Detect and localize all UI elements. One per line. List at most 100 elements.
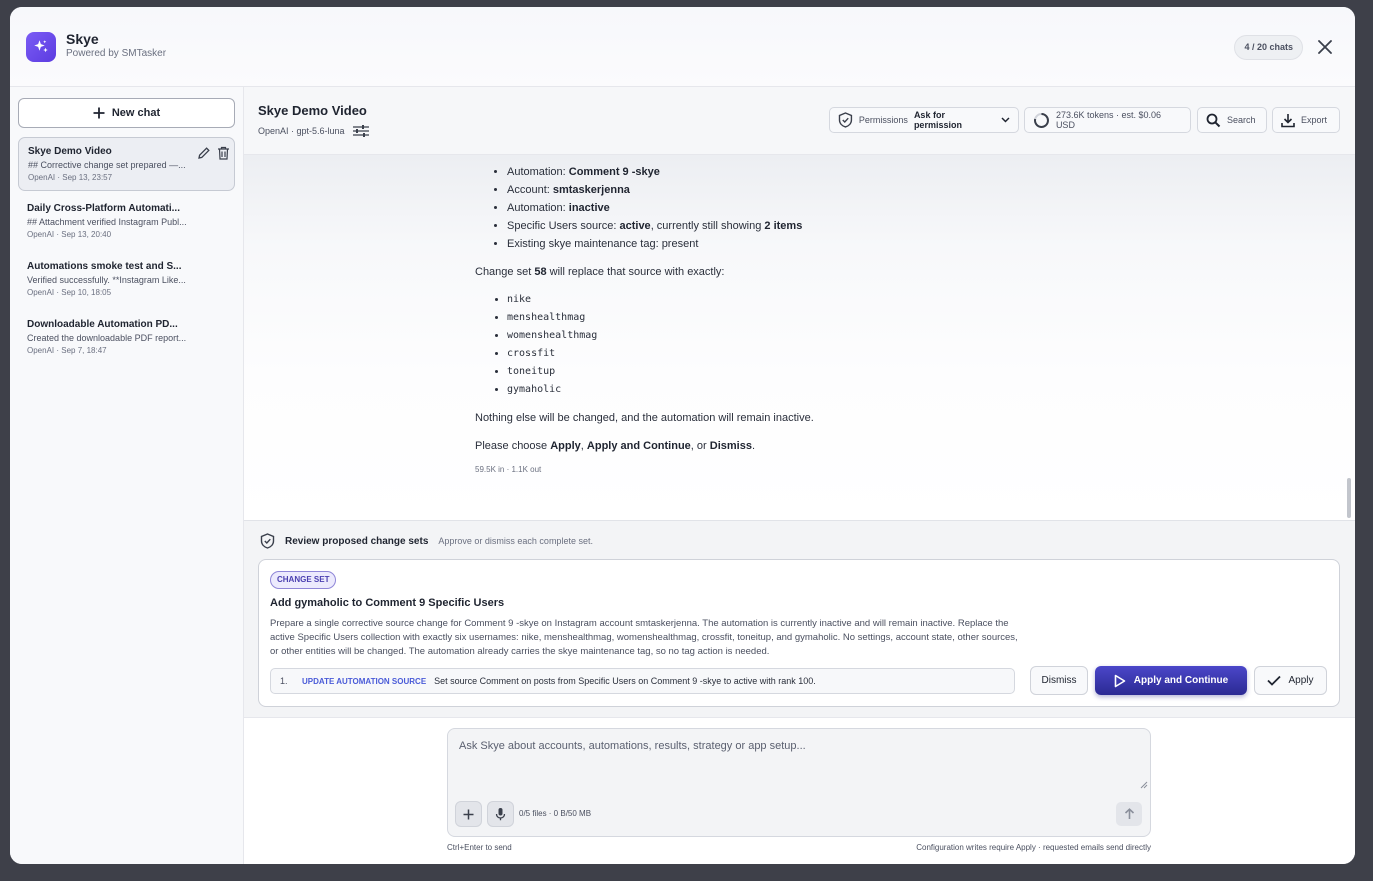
chat-sidebar: New chat Skye Demo Video ## Corrective c… <box>10 87 244 864</box>
step-type: UPDATE AUTOMATION SOURCE <box>302 676 427 686</box>
list-item: Existing skye maintenance tag: present <box>507 235 1115 253</box>
files-info: 0/5 files · 0 B/50 MB <box>519 809 592 818</box>
trash-icon[interactable] <box>217 146 230 160</box>
arrow-up-icon <box>1124 808 1134 819</box>
download-icon <box>1281 113 1295 127</box>
chat-title: Skye Demo Video <box>258 103 367 118</box>
search-button[interactable]: Search <box>1197 107 1267 133</box>
chat-item-downloadable-pdf[interactable]: Downloadable Automation PD... Created th… <box>18 311 235 365</box>
apply-and-continue-label: Apply and Continue <box>1133 675 1229 686</box>
permissions-value: Ask for permission <box>913 110 962 130</box>
token-usage-text: 273.6K tokens · est. $0.06 USD <box>1055 110 1162 130</box>
export-label: Export <box>1301 115 1328 125</box>
sparkle-logo-icon <box>26 32 56 62</box>
chat-main: Skye Demo Video OpenAI · gpt-5.6-luna Pe… <box>244 87 1355 864</box>
plus-icon <box>93 107 105 119</box>
chat-item-meta: OpenAI · Sep 13, 20:40 <box>27 230 112 239</box>
message-token-usage: 59.5K in · 1.1K out <box>475 465 542 474</box>
chat-item-preview: ## Attachment verified Instagram Publ... <box>27 217 187 227</box>
top-bar: Skye Powered by SMTasker 4 / 20 chats <box>10 7 1355 87</box>
review-panel: Review proposed change sets Approve or d… <box>244 520 1355 717</box>
search-label: Search <box>1227 115 1256 125</box>
summary-list: Automation: Comment 9 -skye Account: smt… <box>475 163 1115 253</box>
shield-check-icon <box>260 533 275 549</box>
change-step-row: 1. UPDATE AUTOMATION SOURCE Set source C… <box>270 668 1015 694</box>
chat-header: Skye Demo Video OpenAI · gpt-5.6-luna Pe… <box>244 87 1355 155</box>
chat-item-title: Daily Cross-Platform Automati... <box>27 203 180 214</box>
chat-item-meta: OpenAI · Sep 10, 18:05 <box>27 288 112 297</box>
app-subtitle: Powered by SMTasker <box>66 48 167 59</box>
scrollbar-thumb[interactable] <box>1347 478 1351 518</box>
list-item: menshealthmag <box>507 309 1115 327</box>
assistant-message: Automation: Comment 9 -skye Account: smt… <box>475 163 1115 474</box>
chat-item-meta: OpenAI · Sep 7, 18:47 <box>27 346 107 355</box>
chat-item-title: Skye Demo Video <box>28 146 112 157</box>
list-item: Automation: Comment 9 -skye <box>507 163 1115 181</box>
message-list[interactable]: Automation: Comment 9 -skye Account: smt… <box>244 155 1355 520</box>
chat-item-daily-cross-platform[interactable]: Daily Cross-Platform Automati... ## Atta… <box>18 195 235 249</box>
edit-pencil-icon[interactable] <box>197 146 211 160</box>
change-set-title: Add gymaholic to Comment 9 Specific User… <box>270 597 505 609</box>
skye-modal: Skye Powered by SMTasker 4 / 20 chats Ne… <box>10 7 1355 864</box>
permissions-dropdown[interactable]: Permissions Ask for permission <box>829 107 1019 133</box>
chat-count-badge: 4 / 20 chats <box>1234 35 1303 60</box>
attach-button[interactable] <box>455 801 482 827</box>
chat-item-preview: ## Corrective change set prepared —... <box>28 160 186 170</box>
model-label: OpenAI · gpt-5.6-luna <box>258 126 345 136</box>
send-button[interactable] <box>1116 802 1142 826</box>
play-icon <box>1114 674 1126 687</box>
apply-label: Apply <box>1288 675 1314 686</box>
chat-item-meta: OpenAI · Sep 13, 23:57 <box>28 173 113 182</box>
export-button[interactable]: Export <box>1272 107 1340 133</box>
chat-item-automations-smoke-test[interactable]: Automations smoke test and S... Verified… <box>18 253 235 307</box>
username-list: nike menshealthmag womenshealthmag cross… <box>475 291 1115 399</box>
list-item: toneitup <box>507 363 1115 381</box>
apply-button[interactable]: Apply <box>1254 666 1327 695</box>
chat-item-skye-demo-video[interactable]: Skye Demo Video ## Corrective change set… <box>18 137 235 191</box>
list-item: womenshealthmag <box>507 327 1115 345</box>
shield-check-icon <box>838 112 853 128</box>
change-set-card: CHANGE SET Add gymaholic to Comment 9 Sp… <box>258 559 1340 707</box>
list-item: crossfit <box>507 345 1115 363</box>
resize-grip-icon[interactable] <box>1140 781 1148 789</box>
choose-text: Please choose Apply, Apply and Continue,… <box>475 440 756 452</box>
microphone-button[interactable] <box>487 801 514 827</box>
apply-and-continue-button[interactable]: Apply and Continue <box>1095 666 1247 695</box>
message-input[interactable] <box>448 729 1150 793</box>
review-title: Review proposed change sets <box>285 535 429 547</box>
list-item: Specific Users source: active, currently… <box>507 217 1115 235</box>
list-item: Automation: inactive <box>507 199 1115 217</box>
nothing-else-text: Nothing else will be changed, and the au… <box>475 412 814 424</box>
new-chat-button[interactable]: New chat <box>18 98 235 128</box>
search-icon <box>1206 113 1221 127</box>
change-set-badge: CHANGE SET <box>270 571 337 589</box>
chevron-down-icon <box>1001 117 1010 123</box>
chat-item-title: Downloadable Automation PD... <box>27 319 178 330</box>
change-set-description: Prepare a single corrective source chang… <box>270 618 1018 657</box>
new-chat-label: New chat <box>111 107 161 119</box>
close-button[interactable] <box>1315 37 1335 57</box>
list-item: gymaholic <box>507 381 1115 399</box>
check-icon <box>1267 675 1282 686</box>
app-title: Skye <box>66 31 99 47</box>
permissions-label: Permissions <box>858 115 908 125</box>
composer-area: 0/5 files · 0 B/50 MB Ctrl+Enter to send… <box>244 717 1355 864</box>
dismiss-button[interactable]: Dismiss <box>1030 666 1088 695</box>
step-number: 1. <box>280 676 288 686</box>
plus-icon <box>463 809 474 819</box>
chat-item-title: Automations smoke test and S... <box>27 261 182 272</box>
close-icon <box>1318 40 1332 54</box>
apply-hint: Configuration writes require Apply · req… <box>916 843 1151 852</box>
change-set-intro: Change set 58 will replace that source w… <box>475 266 725 278</box>
step-text: Set source Comment on posts from Specifi… <box>434 676 816 686</box>
usage-ring-icon <box>1033 112 1049 128</box>
sliders-icon[interactable] <box>352 124 369 138</box>
list-item: nike <box>507 291 1115 309</box>
review-subtitle: Approve or dismiss each complete set. <box>438 536 593 546</box>
token-usage-badge: 273.6K tokens · est. $0.06 USD <box>1024 107 1191 133</box>
chat-item-preview: Verified successfully. **Instagram Like.… <box>27 275 186 285</box>
microphone-icon <box>495 808 506 821</box>
composer: 0/5 files · 0 B/50 MB <box>447 728 1151 837</box>
send-hint: Ctrl+Enter to send <box>447 843 512 852</box>
list-item: Account: smtaskerjenna <box>507 181 1115 199</box>
